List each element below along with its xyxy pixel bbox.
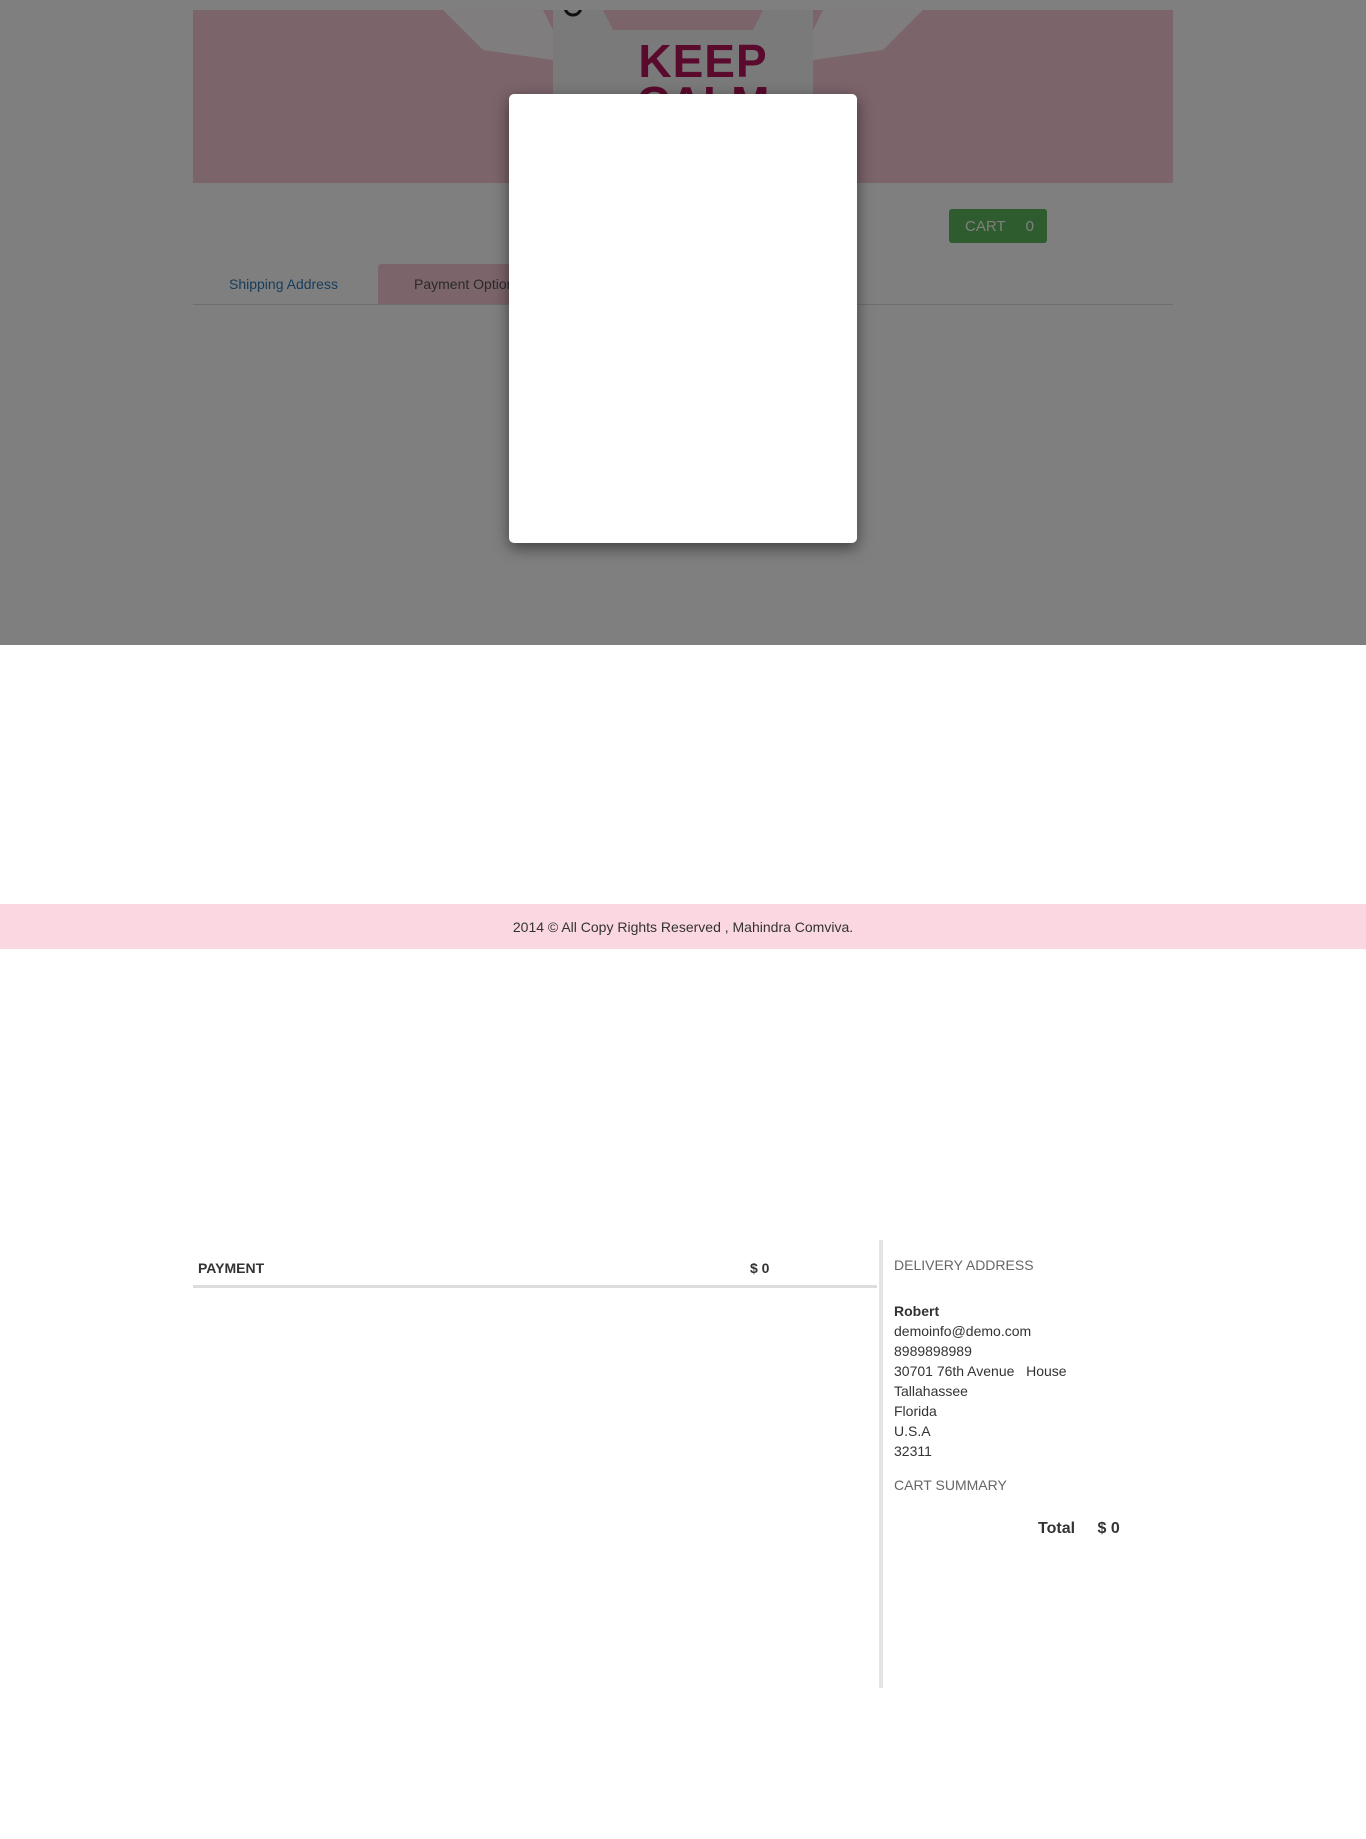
address-phone: 8989898989 bbox=[894, 1343, 972, 1359]
footer-copyright: 2014 © All Copy Rights Reserved , Mahind… bbox=[512, 918, 854, 935]
delivery-address: Robert demoinfo@demo.com 8989898989 3070… bbox=[894, 1301, 1067, 1461]
address-zip: 32311 bbox=[894, 1443, 932, 1459]
address-state: Florida bbox=[894, 1403, 937, 1419]
address-country: U.S.A bbox=[894, 1423, 931, 1439]
modal-dialog[interactable] bbox=[509, 94, 857, 543]
payment-table: PAYMENT $ 0 bbox=[193, 1240, 877, 1288]
address-email: demoinfo@demo.com bbox=[894, 1323, 1032, 1339]
sidebar-divider bbox=[879, 1240, 883, 1688]
cart-total: Total $ 0 bbox=[1038, 1520, 1120, 1538]
address-name: Robert bbox=[894, 1303, 940, 1319]
payment-amount: $ 0 bbox=[750, 1260, 770, 1276]
payment-label: PAYMENT bbox=[198, 1260, 265, 1276]
address-street: 30701 76th Avenue House bbox=[894, 1363, 1067, 1379]
total-value: $ 0 bbox=[1097, 1520, 1120, 1537]
cart-summary-title: CART SUMMARY bbox=[894, 1477, 1007, 1493]
total-label: Total bbox=[1038, 1520, 1076, 1537]
address-city: Tallahassee bbox=[894, 1383, 968, 1399]
delivery-address-title: DELIVERY ADDRESS bbox=[894, 1257, 1034, 1273]
footer: 2014 © All Copy Rights Reserved , Mahind… bbox=[0, 904, 1366, 949]
